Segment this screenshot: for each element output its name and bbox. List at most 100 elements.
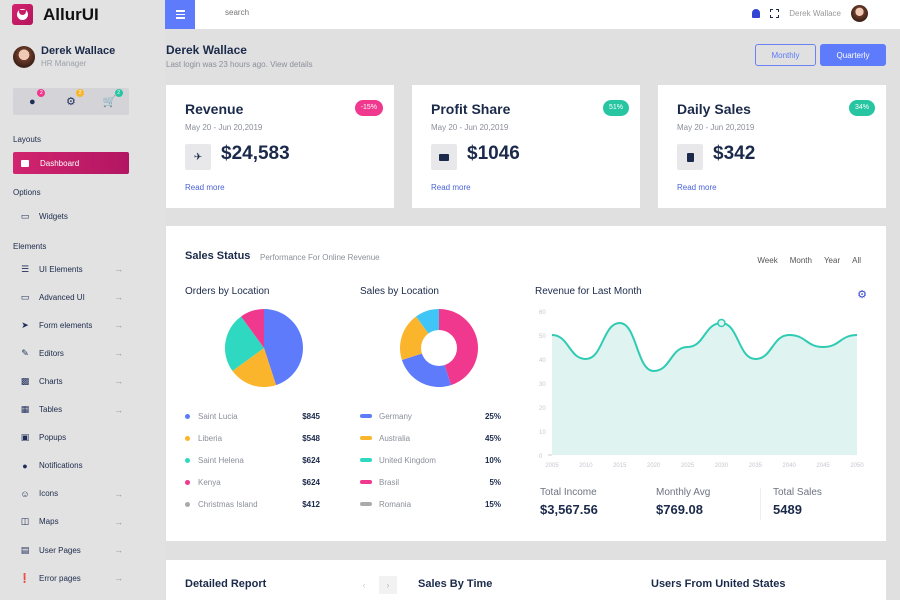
y-tick-label: 50 <box>539 334 546 340</box>
kpi-badge: 34% <box>848 100 875 116</box>
kpi-date: May 20 - Jun 20,2019 <box>431 123 509 132</box>
topbar-user-name[interactable]: Derek Wallace <box>789 9 841 18</box>
divider <box>760 488 761 520</box>
avatar[interactable] <box>851 5 868 22</box>
legend-item: Brasil 5% <box>360 476 501 488</box>
last-login-text[interactable]: Last login was 23 hours ago. View detail… <box>166 60 313 69</box>
detailed-report-title: Detailed Report <box>185 578 267 590</box>
sidebar-item-label: Tables <box>39 405 63 414</box>
legend-item: Liberia $548 <box>185 432 325 444</box>
app-name: AllurUI <box>43 4 99 24</box>
x-tick-label: 2045 <box>816 463 830 469</box>
sidebar-item-label: Error pages <box>39 573 81 583</box>
badge: 2 <box>75 88 84 97</box>
arrow-right-icon: → <box>114 545 123 555</box>
legend-label: Saint Helena <box>198 455 244 465</box>
sidebar-item-form-elements[interactable]: ➤ Form elements → <box>19 318 129 332</box>
tab-month[interactable]: Month <box>790 256 812 265</box>
sidebar-item-error-pages[interactable]: ❗ Error pages → <box>19 571 129 585</box>
kpi-badge: -15% <box>354 100 383 116</box>
arrow-right-icon: → <box>114 376 123 387</box>
legend-label: Kenya <box>198 477 221 487</box>
legend-label: Brasil <box>379 477 400 487</box>
fullscreen-icon[interactable] <box>770 9 780 18</box>
page-header: Derek Wallace Last login was 23 hours ag… <box>166 43 313 69</box>
tab-all[interactable]: All <box>852 256 861 265</box>
sidebar-item-notifications[interactable]: ● Notifications <box>19 459 129 473</box>
file-icon <box>677 144 703 170</box>
bell-icon[interactable] <box>752 9 761 18</box>
chat-icon[interactable]: ● 2 <box>25 88 46 109</box>
sidebar-item-maps[interactable]: ◫ Maps → <box>19 515 129 529</box>
sidebar-item-label: UI Elements <box>39 264 83 274</box>
bottom-cards: Detailed Report ‹ › Sales By Time Users … <box>166 560 886 600</box>
legend-item: Germany 25% <box>360 410 501 422</box>
bar-chart-icon: ▩ <box>20 375 30 386</box>
y-tick-label: 0 <box>539 454 543 460</box>
sidebar-item-icons[interactable]: ☺ Icons → <box>19 487 129 501</box>
revenue-title: Revenue for Last Month <box>535 286 642 297</box>
gear-icon[interactable]: ⚙ 2 <box>64 88 84 109</box>
next-button[interactable]: › <box>379 576 397 594</box>
user-name: Derek Wallace <box>41 45 116 57</box>
gear-icon[interactable]: ⚙ <box>857 288 867 301</box>
legend-value: $845 <box>302 411 320 421</box>
sidebar-item-label: Advanced UI <box>39 292 85 302</box>
sidebar-item-label: Widgets <box>39 211 68 221</box>
plane-icon: ✈ <box>185 144 211 170</box>
legend-swatch <box>185 501 190 507</box>
menu-toggle-button[interactable] <box>165 0 195 29</box>
sidebar-item-label: User Pages <box>39 545 81 555</box>
arrow-right-icon: → <box>114 320 123 331</box>
sales-status-card: Sales Status Performance For Online Reve… <box>166 226 886 541</box>
quarterly-button[interactable]: Quarterly <box>820 44 886 66</box>
sidebar-item-widgets[interactable]: ▭ Widgets <box>19 209 129 223</box>
sidebar-item-dashboard[interactable]: Dashboard <box>13 152 129 174</box>
kpi-title: Revenue <box>185 101 244 117</box>
monthly-button[interactable]: Monthly <box>755 44 816 66</box>
read-more-link[interactable]: Read more <box>185 183 225 192</box>
sidebar-item-charts[interactable]: ▩ Charts → <box>19 374 129 388</box>
area-fill <box>552 323 857 455</box>
legend-label: Christmas Island <box>198 499 258 509</box>
sidebar-item-advanced-ui[interactable]: ▭ Advanced UI → <box>19 290 129 304</box>
search-input[interactable] <box>225 8 425 17</box>
section-elements: Elements <box>13 242 47 251</box>
badge: 2 <box>114 88 123 97</box>
legend-item: Australia 45% <box>360 432 501 444</box>
revenue-area-chart: 01020304050602005 2010 2015 2020 2025 2030 203… <box>539 310 864 469</box>
bell-icon: ● <box>22 460 28 471</box>
sidebar-item-editors[interactable]: ✎ Editors → <box>19 346 129 360</box>
prev-button[interactable]: ‹ <box>355 576 373 594</box>
sidebar-item-tables[interactable]: ▦ Tables → <box>19 403 129 417</box>
legend-swatch <box>360 458 372 462</box>
user-profile[interactable]: Derek Wallace HR Manager <box>13 45 115 68</box>
stat-value: 5489 <box>773 502 802 517</box>
logo-icon <box>12 4 33 25</box>
legend-swatch <box>360 436 372 440</box>
cart-icon[interactable]: 🛒 2 <box>103 88 123 109</box>
y-tick-label: 60 <box>539 310 546 316</box>
y-tick-label: 10 <box>539 430 546 436</box>
sidebar-item-ui-elements[interactable]: ☰ UI Elements → <box>19 262 129 276</box>
arrow-right-icon: → <box>114 348 123 359</box>
layers-icon: ☰ <box>20 263 30 274</box>
sidebar-item-popups[interactable]: ▣ Popups <box>19 431 129 445</box>
kpi-value: $1046 <box>467 143 520 164</box>
read-more-link[interactable]: Read more <box>431 183 471 192</box>
data-point[interactable] <box>717 318 726 328</box>
read-more-link[interactable]: Read more <box>677 183 717 192</box>
stat-value: $3,567.56 <box>540 502 598 517</box>
sales-donut-chart <box>400 309 478 387</box>
alert-icon: ❗ <box>19 572 31 583</box>
kpi-value: $342 <box>713 143 756 164</box>
legend-item: Christmas Island $412 <box>185 498 325 510</box>
sidebar-item-user-pages[interactable]: ▤ User Pages → <box>19 543 129 557</box>
tab-week[interactable]: Week <box>757 256 777 265</box>
logo[interactable]: AllurUI <box>12 4 99 25</box>
tab-year[interactable]: Year <box>824 256 840 265</box>
legend-value: $548 <box>302 433 320 443</box>
dashboard-icon <box>21 159 29 167</box>
kpi-value: $24,583 <box>221 143 290 164</box>
stat-label: Total Income <box>540 487 597 498</box>
